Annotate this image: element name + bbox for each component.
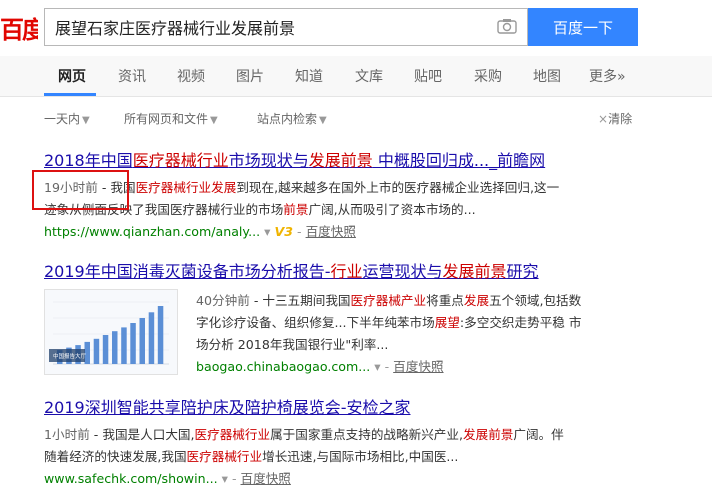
snapshot-link[interactable]: 百度快照 (306, 224, 356, 239)
thumbnail-bar (148, 312, 155, 364)
thumbnail-bar (112, 331, 118, 364)
filter-site[interactable]: 站点内检索 ▼ (257, 110, 327, 127)
result-1: 2018年中国医疗器械行业市场现状与发展前景 中概股回归成..._前瞻网 19小… (44, 147, 644, 240)
search-box[interactable] (44, 8, 528, 46)
tab-zhidao[interactable]: 知道 (295, 66, 323, 86)
result-url[interactable]: www.safechk.com/showin... ▾ - 百度快照 (44, 468, 644, 487)
search-input[interactable] (45, 9, 505, 45)
snapshot-link[interactable]: 百度快照 (241, 471, 291, 486)
chevron-down-icon[interactable]: ▾ (264, 224, 270, 239)
tab-map[interactable]: 地图 (533, 66, 561, 86)
tab-web[interactable]: 网页 (58, 66, 86, 86)
thumbnail-bar (139, 318, 145, 364)
result-abstract: 1小时前 - 我国是人口大国,医疗器械行业属于国家重点支持的战略新兴产业,发展前… (44, 427, 564, 464)
tab-caigou[interactable]: 采购 (474, 66, 502, 86)
chevron-down-icon: ▼ (82, 115, 90, 126)
active-tab-indicator (44, 93, 96, 96)
result-2: 2019年中国消毒灭菌设备市场分析报告-行业运营现状与发展前景研究 (44, 258, 644, 282)
search-button[interactable]: 百度一下 (528, 8, 638, 46)
tab-images[interactable]: 图片 (236, 66, 264, 86)
thumbnail-bar (93, 338, 100, 364)
thumbnail-bar (130, 323, 136, 364)
thumbnail-bar (157, 306, 164, 364)
close-icon: × (598, 112, 609, 126)
filter-type[interactable]: 所有网页和文件 ▼ (124, 110, 218, 127)
filter-bar: 一天内 ▼ 所有网页和文件 ▼ 站点内检索 ▼ ×清除 (0, 106, 712, 132)
thumbnail-bar (84, 341, 90, 364)
thumbnail-chart: 中国报告大厅 (45, 290, 177, 374)
result-thumbnail[interactable]: 中国报告大厅 (44, 289, 178, 375)
camera-icon[interactable] (497, 18, 517, 34)
top-bar: 百度 百度一下 (0, 0, 712, 56)
result-2-body: 40分钟前 - 十三五期间我国医疗器械产业将重点发展五个领域,包括数 字化诊疗设备… (196, 290, 636, 375)
tab-bar: 网页 资讯 视频 图片 知道 文库 贴吧 采购 地图 更多» (0, 56, 712, 97)
chevron-down-icon: ▼ (319, 115, 327, 126)
watermark-text: 中国报告大厅 (53, 352, 87, 360)
chevron-down-icon: ▼ (210, 115, 218, 126)
thumbnail-bar (121, 327, 127, 364)
tab-tieba[interactable]: 贴吧 (414, 66, 442, 86)
result-abstract: 19小时前 - 我国医疗器械行业发展到现在,越来越多在国外上市的医疗器械企业选择… (44, 180, 560, 217)
tab-wenku[interactable]: 文库 (355, 66, 383, 86)
result-title[interactable]: 2019年中国消毒灭菌设备市场分析报告-行业运营现状与发展前景研究 (44, 258, 644, 282)
chevron-down-icon[interactable]: ▾ (374, 359, 380, 374)
result-url[interactable]: https://www.qianzhan.com/analy... ▾ V3 -… (44, 221, 644, 240)
result-url[interactable]: baogao.chinabaogao.com... ▾ - 百度快照 (196, 356, 636, 375)
tab-more[interactable]: 更多» (589, 66, 626, 86)
clear-filter[interactable]: ×清除 (598, 110, 632, 127)
chevron-down-icon[interactable]: ▾ (222, 471, 228, 486)
v3-badge[interactable]: V3 (274, 224, 293, 239)
tab-video[interactable]: 视频 (177, 66, 205, 86)
result-abstract: 40分钟前 - 十三五期间我国医疗器械产业将重点发展五个领域,包括数 字化诊疗设备… (196, 293, 582, 352)
thumbnail-bar (102, 335, 109, 364)
result-title[interactable]: 2019深圳智能共享陪护床及陪护椅展览会-安检之家 (44, 394, 644, 418)
tab-news[interactable]: 资讯 (118, 66, 146, 86)
baidu-logo[interactable]: 百度 (0, 10, 38, 45)
result-title[interactable]: 2018年中国医疗器械行业市场现状与发展前景 中概股回归成..._前瞻网 (44, 147, 644, 171)
filter-time[interactable]: 一天内 ▼ (44, 110, 90, 127)
snapshot-link[interactable]: 百度快照 (393, 359, 443, 374)
result-3: 2019深圳智能共享陪护床及陪护椅展览会-安检之家 1小时前 - 我国是人口大国… (44, 394, 644, 487)
highlight-box (32, 170, 129, 210)
